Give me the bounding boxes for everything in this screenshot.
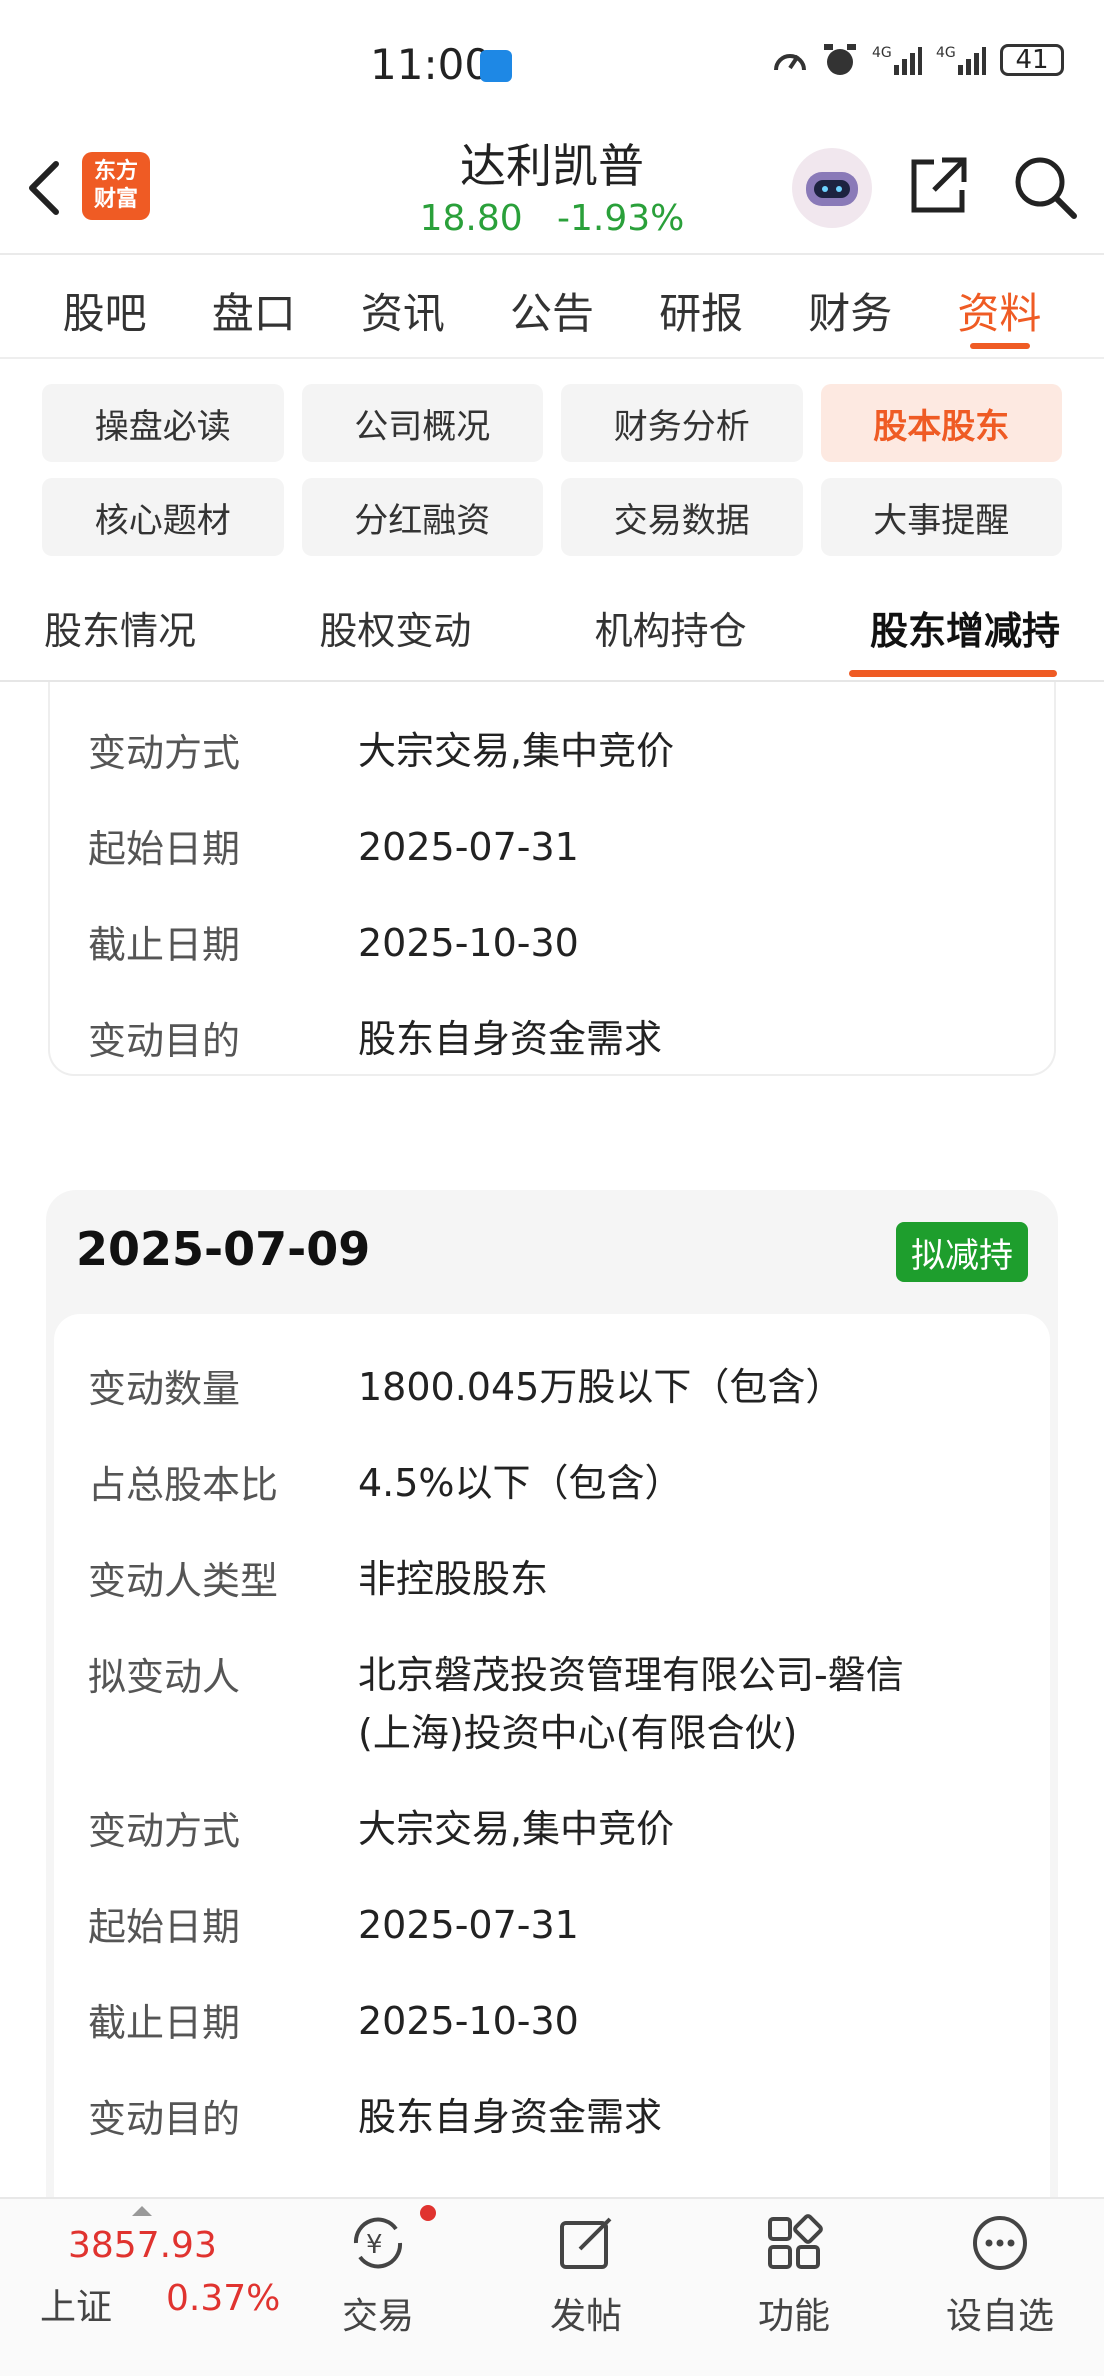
chip-trading-data[interactable]: 交易数据 [561,478,803,556]
nav-post[interactable]: 发帖 [516,2205,656,2339]
subtab-indicator [849,670,1057,677]
more-circle-icon [973,2216,1027,2270]
main-tabs: 股吧 盘口 资讯 公告 研报 财务 资料 [0,280,1104,341]
chip-company-overview[interactable]: 公司概况 [301,384,543,462]
search-icon[interactable] [1012,154,1078,220]
notification-icon [480,50,512,82]
tab-announcement[interactable]: 公告 [510,280,594,341]
chip-equity-shareholders[interactable]: 股本股东 [820,384,1062,462]
nav-trade[interactable]: ¥ 交易 [308,2205,448,2339]
subtab-shareholders[interactable]: 股东情况 [44,600,196,680]
row-change-method: 变动方式 大宗交易,集中竞价 [88,1807,675,1853]
record-date: 2025-07-09 [76,1222,371,1276]
index-name[interactable]: 上证 [40,2278,112,2330]
subtab-holding-changes[interactable]: 股东增减持 [870,600,1060,680]
header-divider [0,253,1104,255]
prev-row-method: 变动方式 大宗交易,集中竞价 [88,729,675,775]
reduce-plan-badge: 拟减持 [896,1222,1028,1282]
battery-icon: 41 [1000,44,1064,76]
share-icon[interactable] [906,154,970,218]
index-change[interactable]: 0.37% [166,2278,280,2319]
row-purpose: 变动目的 股东自身资金需求 [88,2095,663,2141]
index-value[interactable]: 3857.93 [68,2225,217,2266]
svg-text:4G: 4G [872,45,892,61]
row-holder-type: 变动人类型 非控股股东 [88,1557,549,1603]
holding-change-list[interactable]: 变动方式 大宗交易,集中竞价 起始日期 2025-07-31 截止日期 2025-10… [0,682,1104,2197]
tab-research[interactable]: 研报 [659,280,743,341]
speed-icon [774,54,806,71]
robot-icon [806,172,858,206]
status-time: 11:00 [370,40,492,89]
prev-row-start-date: 起始日期 2025-07-31 [88,825,579,871]
edit-icon [560,2217,612,2269]
nav-watchlist-settings[interactable]: 设自选 [930,2205,1070,2339]
sub-tabs: 股东情况 股权变动 机构持仓 股东增减持 [0,600,1104,680]
tab-news[interactable]: 资讯 [361,280,445,341]
row-start-date: 起始日期 2025-07-31 [88,1903,579,1949]
svg-text:¥: ¥ [366,2230,383,2260]
nav-functions[interactable]: 功能 [724,2205,864,2339]
chip-event-reminder[interactable]: 大事提醒 [820,478,1062,556]
chip-core-themes[interactable]: 核心题材 [42,478,284,556]
alarm-icon [824,44,856,75]
tab-profile[interactable]: 资料 [957,280,1041,341]
trade-icon: ¥ [353,2217,403,2269]
chip-must-read[interactable]: 操盘必读 [42,384,284,462]
prev-row-end-date: 截止日期 2025-10-30 [88,921,579,967]
row-change-amount: 变动数量 1800.045万股以下（包含） [88,1365,844,1411]
prev-row-purpose: 变动目的 股东自身资金需求 [88,1017,663,1063]
expand-up-icon[interactable] [130,2204,154,2218]
tab-finance[interactable]: 财务 [808,280,892,341]
row-share-ratio: 占总股本比 4.5%以下（包含） [88,1461,683,1507]
chip-financial-analysis[interactable]: 财务分析 [561,384,803,462]
grid-icon [768,2214,823,2269]
subtab-institution-holdings[interactable]: 机构持仓 [595,600,747,680]
tab-guba[interactable]: 股吧 [63,280,147,341]
profile-category-grid: 操盘必读 公司概况 财务分析 股本股东 核心题材 分红融资 交易数据 大事提醒 [42,384,1062,556]
signal-4g-icon-2: 4G [936,45,986,75]
subtab-equity-change[interactable]: 股权变动 [319,600,471,680]
tab-pankou[interactable]: 盘口 [212,280,296,341]
signal-4g-icon: 4G [872,45,922,75]
status-icons: 4G 4G 41 [772,42,1064,78]
row-end-date: 截止日期 2025-10-30 [88,1999,579,2045]
tabs-divider [0,357,1104,359]
tab-indicator [970,343,1030,349]
chip-dividend-financing[interactable]: 分红融资 [301,478,543,556]
svg-text:4G: 4G [936,45,956,61]
row-holder-name: 拟变动人 北京磐茂投资管理有限公司-磐信 (上海)投资中心(有限合伙) [88,1653,904,1755]
trade-notification-dot [420,2205,436,2221]
assistant-avatar[interactable] [792,148,872,228]
